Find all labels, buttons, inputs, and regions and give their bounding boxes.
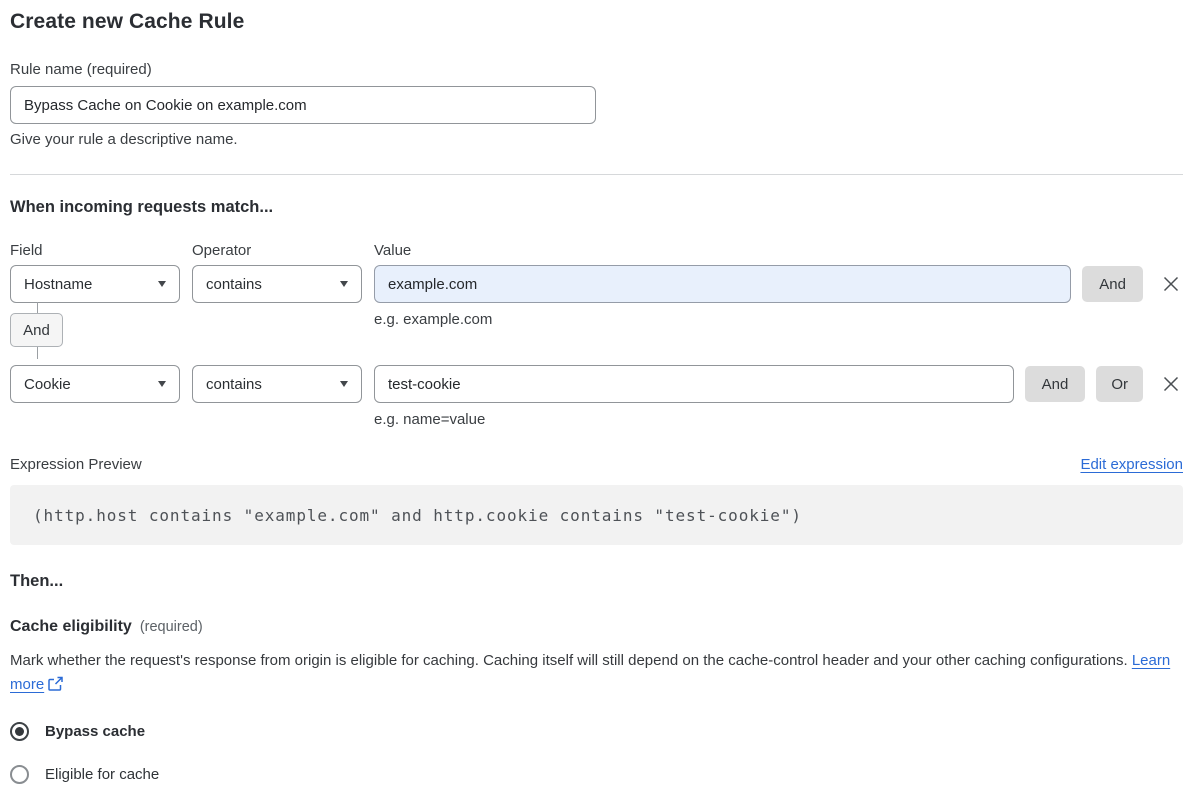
field-select-1-value: Hostname — [24, 275, 93, 293]
description-text: Mark whether the request's response from… — [10, 652, 1128, 669]
external-link-icon — [48, 675, 63, 699]
close-icon — [1163, 276, 1179, 292]
operator-column-label: Operator — [192, 242, 252, 259]
close-icon — [1163, 376, 1179, 392]
condition-row-2: Cookie contains e.g. name=value And Or — [10, 365, 1183, 428]
field-select-1[interactable]: Hostname — [10, 265, 180, 303]
page-title: Create new Cache Rule — [10, 10, 245, 33]
required-note: (required) — [139, 619, 203, 635]
value-input-1[interactable] — [374, 265, 1072, 303]
add-and-condition-button-1[interactable]: And — [1082, 266, 1143, 302]
edit-expression-link[interactable]: Edit expression — [1080, 456, 1183, 473]
value-helper-1: e.g. example.com — [374, 311, 493, 328]
eligible-for-cache-option[interactable]: Eligible for cache — [10, 765, 1183, 784]
value-helper-2: e.g. name=value — [374, 411, 486, 428]
operator-select-1[interactable]: contains — [192, 265, 362, 303]
field-column-label: Field — [10, 242, 43, 259]
expression-code-block: (http.host contains "example.com" and ht… — [10, 485, 1183, 545]
then-heading: Then... — [10, 572, 64, 590]
field-select-2-value: Cookie — [24, 375, 71, 393]
expression-preview-header: Expression Preview Edit expression — [10, 456, 1183, 473]
field-select-2[interactable]: Cookie — [10, 365, 180, 403]
rule-name-helper: Give your rule a descriptive name. — [10, 131, 238, 148]
operator-select-2-value: contains — [206, 375, 262, 393]
expression-preview-label: Expression Preview — [10, 456, 142, 473]
bypass-cache-label: Bypass cache — [45, 723, 146, 740]
condition-column-labels: Field Operator Value — [10, 242, 1183, 259]
add-and-condition-button-2[interactable]: And — [1024, 366, 1086, 402]
value-input-2[interactable] — [374, 365, 1014, 403]
cache-eligibility-heading: Cache eligibility — [10, 618, 132, 635]
remove-condition-button-1[interactable] — [1159, 272, 1183, 296]
match-heading: When incoming requests match... — [10, 198, 274, 216]
remove-condition-button-2[interactable] — [1159, 372, 1183, 396]
operator-select-2[interactable]: contains — [192, 365, 362, 403]
create-cache-rule-page: Create new Cache Rule Rule name (require… — [0, 0, 1200, 784]
cache-eligibility-description: Mark whether the request's response from… — [10, 649, 1183, 699]
rule-name-label: Rule name (required) — [10, 61, 152, 78]
operator-select-1-value: contains — [206, 275, 262, 293]
chevron-down-icon — [158, 281, 166, 287]
condition-row-1: Hostname contains e.g. example.com And — [10, 265, 1183, 328]
bypass-cache-option[interactable]: Bypass cache — [10, 722, 1183, 741]
rule-name-input[interactable] — [10, 86, 596, 124]
connector-and-chip[interactable]: And — [10, 313, 63, 347]
chevron-down-icon — [158, 381, 166, 387]
connector-line — [37, 347, 38, 359]
section-divider — [10, 174, 1183, 175]
add-or-condition-button-2[interactable]: Or — [1096, 366, 1143, 402]
radio-unselected-icon[interactable] — [10, 765, 29, 784]
value-column-label: Value — [374, 242, 412, 259]
cache-eligibility-header: Cache eligibility (required) — [10, 618, 1183, 636]
radio-selected-icon[interactable] — [10, 722, 29, 741]
chevron-down-icon — [340, 381, 348, 387]
eligible-for-cache-label: Eligible for cache — [45, 766, 160, 783]
connector-line — [37, 302, 38, 313]
chevron-down-icon — [340, 281, 348, 287]
condition-connector: And — [10, 302, 1183, 359]
